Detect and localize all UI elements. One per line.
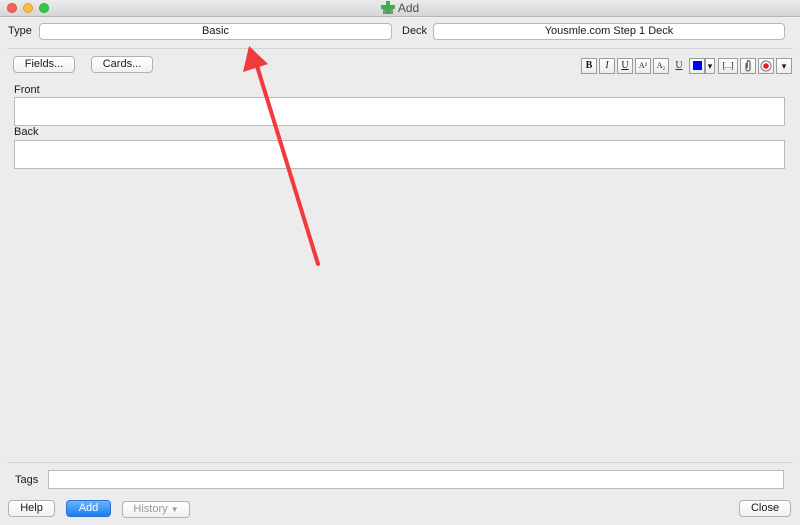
close-button[interactable]: Close — [739, 500, 791, 517]
add-button[interactable]: Add — [66, 500, 111, 517]
history-button[interactable]: History ▼ — [122, 501, 190, 518]
tags-input[interactable] — [48, 470, 784, 489]
help-button[interactable]: Help — [8, 500, 55, 517]
annotation-arrow — [243, 46, 320, 266]
chevron-down-icon: ▼ — [170, 505, 179, 514]
tags-label: Tags — [15, 474, 39, 486]
history-button-label: History — [133, 503, 168, 515]
bottom-divider — [7, 462, 793, 463]
